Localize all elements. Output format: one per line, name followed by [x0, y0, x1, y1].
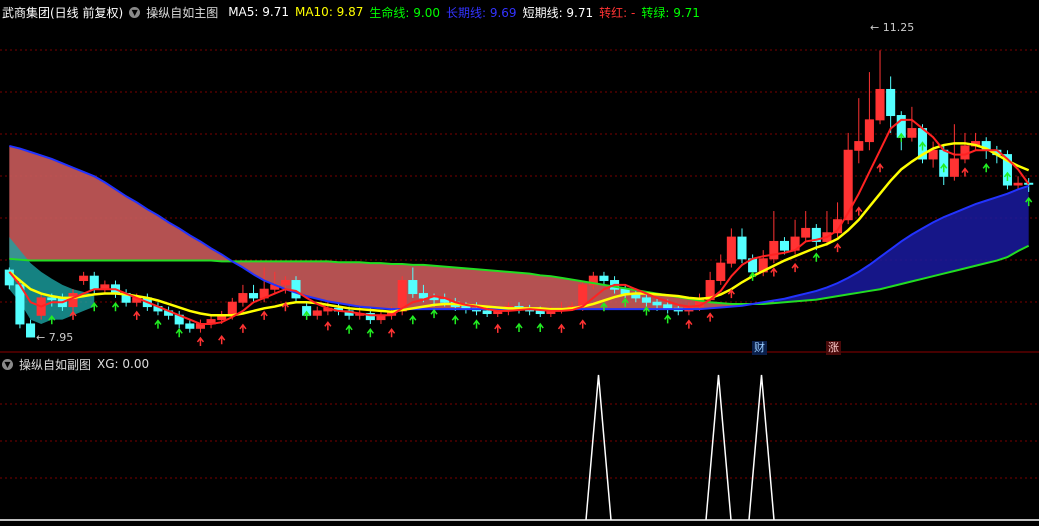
signal-arrow — [706, 312, 714, 322]
ma5-label: MA5: 9.71 — [228, 5, 289, 19]
stock-title[interactable]: 武商集团(日线 前复权) — [2, 4, 123, 21]
candle-body — [185, 323, 195, 329]
chart-canvas — [0, 49, 1039, 521]
sub-indicator-name[interactable]: 操纵自如副图 — [19, 356, 91, 373]
candle-body — [737, 236, 747, 260]
candle-body — [47, 297, 57, 301]
turn-red-label: 转红: - — [599, 5, 636, 20]
candle-body — [26, 323, 36, 338]
signal-arrow — [154, 319, 162, 329]
candle-body — [238, 293, 248, 303]
high-price-value: 11.25 — [882, 21, 915, 34]
signal-arrow — [812, 252, 820, 262]
finance-badge[interactable]: 财 — [752, 341, 767, 355]
candle-body — [408, 280, 418, 295]
signal-arrow — [324, 321, 332, 331]
candle-body — [907, 128, 917, 138]
signal-arrow — [579, 319, 587, 329]
candle-body — [1013, 182, 1023, 186]
signal-arrow — [196, 336, 205, 346]
signal-arrow — [260, 310, 268, 320]
candle-body — [620, 288, 630, 295]
candle-body — [79, 275, 89, 282]
candle-body — [312, 310, 322, 316]
low-price-label: ← 7.95 — [36, 331, 74, 344]
signal-arrow — [961, 167, 969, 177]
signal-arrow — [387, 328, 396, 338]
main-header: 武商集团(日线 前复权) ▼ 操纵自如主图 MA5: 9.71 MA10: 9.… — [2, 2, 706, 22]
signal-arrow — [982, 163, 990, 173]
shortline-label: 短期线: 9.71 — [522, 5, 594, 20]
signal-arrow — [345, 324, 353, 334]
candle-body — [854, 141, 864, 151]
signal-arrow — [557, 323, 566, 333]
signal-arrow — [175, 328, 183, 338]
candle-body — [89, 275, 99, 290]
chevron-down-icon[interactable]: ▼ — [2, 358, 13, 370]
signal-arrow — [366, 328, 374, 338]
signal-arrow — [515, 322, 523, 333]
signal-arrow — [239, 323, 247, 333]
candle-body — [769, 240, 779, 260]
xg-spike — [705, 374, 732, 521]
rise-badge[interactable]: 涨 — [826, 341, 841, 355]
candle-body — [726, 236, 736, 264]
low-price-value: 7.95 — [48, 331, 74, 344]
lifeline-label: 生命线: 9.00 — [369, 5, 440, 20]
signal-arrow — [494, 323, 502, 333]
signal-arrow — [111, 301, 120, 312]
signal-arrow — [451, 314, 459, 325]
candle-body — [482, 310, 492, 315]
candle-body — [779, 240, 789, 251]
signal-arrow — [855, 206, 863, 216]
ma10-label: MA10: 9.87 — [294, 5, 364, 19]
candle-body — [535, 310, 545, 315]
xg-spike — [748, 374, 775, 521]
longline-label: 长期线: 9.69 — [445, 5, 517, 20]
candle-body — [429, 297, 439, 301]
candle-body — [949, 158, 959, 177]
candle-body — [652, 301, 662, 306]
candle-body — [418, 293, 428, 299]
candle-body — [280, 280, 290, 286]
candle-body — [461, 306, 471, 309]
high-price-label: ← 11.25 — [870, 21, 915, 34]
main-indicator-name[interactable]: 操纵自如主图 — [146, 4, 218, 21]
candle-body — [291, 280, 301, 299]
signal-arrow — [876, 163, 884, 173]
signal-arrow — [770, 267, 778, 277]
turn-green-label: 转绿: 9.71 — [641, 5, 700, 20]
candle-body — [227, 301, 237, 316]
signal-arrow — [218, 334, 226, 345]
signal-arrow — [536, 322, 544, 333]
xg-label: XG: 0.00 — [97, 357, 150, 371]
signal-arrow — [409, 314, 417, 325]
signal-arrow — [472, 319, 481, 329]
cloud-band-red — [9, 145, 774, 310]
xg-spike — [585, 374, 612, 521]
chevron-down-icon[interactable]: ▼ — [129, 6, 141, 18]
candle-body — [599, 275, 609, 282]
candle-body — [864, 119, 874, 143]
signal-arrow — [133, 310, 141, 320]
signal-arrow — [430, 308, 438, 319]
signal-arrow — [685, 319, 693, 329]
candle-body — [875, 88, 885, 121]
cloud-band-blue — [773, 185, 1029, 304]
candle-body — [716, 262, 726, 282]
signal-arrow — [664, 314, 672, 324]
signal-arrow — [833, 242, 842, 253]
signal-arrow — [791, 262, 799, 273]
sub-header: ▼ 操纵自如副图 XG: 0.00 — [2, 354, 155, 374]
candle-body — [641, 297, 651, 303]
candle-body — [801, 227, 811, 238]
candle-body — [663, 304, 673, 309]
candle-body — [249, 293, 259, 299]
candle-body — [886, 88, 896, 117]
